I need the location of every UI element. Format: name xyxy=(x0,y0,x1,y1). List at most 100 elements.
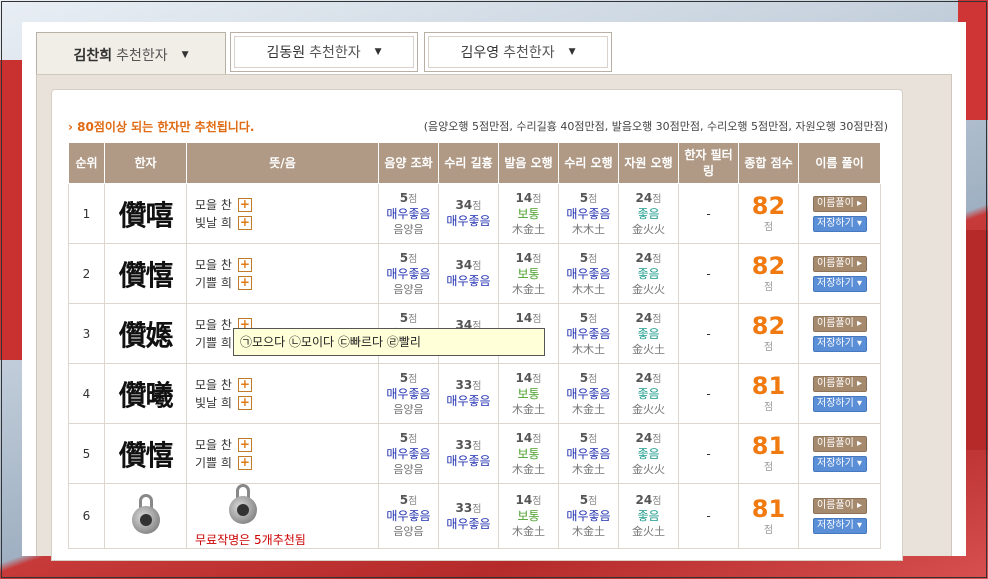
interpret-button[interactable]: 이름풀이 ▸ xyxy=(812,195,867,212)
score-grade: 좋음 xyxy=(637,386,660,401)
plus-icon[interactable]: + xyxy=(237,197,252,212)
tab-name: 김우영 xyxy=(460,45,500,61)
suri-ohaeng-cell: 5점 매우좋음 木金土 xyxy=(558,423,619,484)
score-value: 14 xyxy=(515,310,533,325)
tab-kimwooyoung[interactable]: 김우영 추천한자 ▼ xyxy=(424,32,612,72)
plus-icon[interactable]: + xyxy=(237,215,252,230)
balum-cell: 14점 보통 木金土 xyxy=(498,423,559,484)
score-detail: 木木土 xyxy=(572,222,605,236)
balum-cell: 14점 보통 木金土 xyxy=(498,363,559,424)
score-grade: 매우좋음 xyxy=(386,446,431,461)
jawon-cell: 24점 좋음 金火土 xyxy=(618,303,679,364)
score-value: 33 xyxy=(455,500,473,515)
hanja-name: 儹憘 xyxy=(118,438,173,472)
plus-icon[interactable]: + xyxy=(237,455,252,470)
interpret-button[interactable]: 이름풀이 ▸ xyxy=(812,315,867,332)
total-cell: 81 점 xyxy=(738,363,799,424)
score-detail: 음양음 xyxy=(393,222,424,236)
save-button[interactable]: 저장하기 ▾ xyxy=(812,395,867,412)
save-button[interactable]: 저장하기 ▾ xyxy=(812,215,867,232)
score-grade: 매우좋음 xyxy=(566,266,611,281)
score-value: 33 xyxy=(455,438,473,452)
save-button[interactable]: 저장하기 ▾ xyxy=(812,335,867,352)
plus-icon[interactable]: + xyxy=(237,395,252,410)
header-jawon: 자원 오행 xyxy=(618,142,679,184)
meaning-2: 기쁠 희 xyxy=(195,276,232,290)
score-value: 5 xyxy=(579,493,589,507)
total-score: 82 xyxy=(751,192,786,220)
meaning-2: 기쁠 희 xyxy=(195,456,232,470)
meaning-1: 모을 찬 xyxy=(195,198,232,212)
score-value: 14 xyxy=(515,370,533,385)
score-grade: 매우좋음 xyxy=(566,326,611,341)
suri-ohaeng-cell: 5점 매우좋음 木木土 xyxy=(558,243,619,304)
rank: 5 xyxy=(82,446,91,461)
score-grade: 매우좋음 xyxy=(566,386,611,401)
total-score: 82 xyxy=(751,252,786,280)
interpret-button[interactable]: 이름풀이 ▸ xyxy=(812,498,867,514)
interpret-button[interactable]: 이름풀이 ▸ xyxy=(812,375,867,392)
score-value: 24 xyxy=(635,310,653,325)
meaning-1: 모을 찬 xyxy=(195,438,232,452)
yinyang-cell: 5점 매우좋음 음양음 xyxy=(378,363,439,424)
save-button[interactable]: 저장하기 ▾ xyxy=(812,275,867,292)
rank-cell: 3 xyxy=(68,303,105,364)
score-detail: 木金土 xyxy=(572,525,605,538)
jawon-cell: 24점 좋음 金火火 xyxy=(618,363,679,424)
score-detail: 木木土 xyxy=(572,342,605,356)
suri-ohaeng-cell: 5점 매우좋음 木金土 xyxy=(558,483,619,549)
tab-name: 김동원 xyxy=(266,45,306,61)
balum-cell: 14점 보통 木金土 xyxy=(498,243,559,304)
save-button[interactable]: 저장하기 ▾ xyxy=(812,518,867,534)
score-grade: 매우좋음 xyxy=(386,386,431,401)
header-meaning: 뜻/음 xyxy=(186,142,379,184)
meaning-cell: 무료작명은 5개추천됨 xyxy=(186,483,379,549)
interpret-button[interactable]: 이름풀이 ▸ xyxy=(812,435,867,452)
score-grade: 좋음 xyxy=(637,509,660,523)
header-hanja: 한자 xyxy=(104,142,187,184)
score-value: 5 xyxy=(579,190,589,205)
caret-down-icon: ▼ xyxy=(181,49,189,60)
filter-cell: - xyxy=(678,183,739,244)
score-detail: 음양음 xyxy=(393,525,424,538)
score-value: 24 xyxy=(635,493,653,507)
filter-cell: - xyxy=(678,363,739,424)
header-rank: 순위 xyxy=(68,142,105,184)
score-grade: 매우좋음 xyxy=(566,509,611,523)
jawon-cell: 24점 좋음 金火火 xyxy=(618,183,679,244)
filter-value: - xyxy=(706,446,711,461)
interpret-button[interactable]: 이름풀이 ▸ xyxy=(812,255,867,272)
rank-cell: 6 xyxy=(68,483,105,549)
total-score: 81 xyxy=(751,494,786,523)
jawon-cell: 24점 좋음 金火火 xyxy=(618,243,679,304)
meaning-1: 모을 찬 xyxy=(195,318,232,332)
hanja-cell xyxy=(104,483,187,549)
plus-icon[interactable]: + xyxy=(237,257,252,272)
score-detail: 金火土 xyxy=(632,342,665,356)
save-button[interactable]: 저장하기 ▾ xyxy=(812,455,867,472)
suri-cell: 34점 매우좋음 xyxy=(438,243,499,304)
score-value: 14 xyxy=(515,190,533,205)
score-detail: 음양음 xyxy=(393,282,424,296)
free-limit-note: 무료작명은 5개추천됨 xyxy=(195,533,306,547)
score-detail: 음양음 xyxy=(393,462,424,476)
suri-cell: 33점 매우좋음 xyxy=(438,363,499,424)
hanja-cell: 儹憘 xyxy=(104,243,187,304)
score-value: 14 xyxy=(515,430,533,445)
plus-icon[interactable]: + xyxy=(237,275,252,290)
action-cell: 이름풀이 ▸ 저장하기 ▾ xyxy=(798,363,881,424)
score-grade: 매우좋음 xyxy=(386,266,431,281)
action-cell: 이름풀이 ▸ 저장하기 ▾ xyxy=(798,303,881,364)
suri-ohaeng-cell: 5점 매우좋음 木木土 xyxy=(558,303,619,364)
suri-ohaeng-cell: 5점 매우좋음 木木土 xyxy=(558,183,619,244)
table-row: 4 儹曦 모을 찬 + 빛날 희 + 5점 매우좋음 음양음 33점 매우좋음 14… xyxy=(68,363,881,424)
score-grade: 매우좋음 xyxy=(446,274,491,288)
score-value: 5 xyxy=(579,370,589,385)
filter-cell: - xyxy=(678,423,739,484)
plus-icon[interactable]: + xyxy=(237,377,252,392)
score-value: 5 xyxy=(399,190,409,205)
header-filter: 한자 필터링 xyxy=(678,142,739,184)
plus-icon[interactable]: + xyxy=(237,437,252,452)
tab-kimchanhee[interactable]: 김찬희 추천한자 ▼ xyxy=(36,32,226,76)
tab-kimdongwon[interactable]: 김동원 추천한자 ▼ xyxy=(230,32,418,72)
